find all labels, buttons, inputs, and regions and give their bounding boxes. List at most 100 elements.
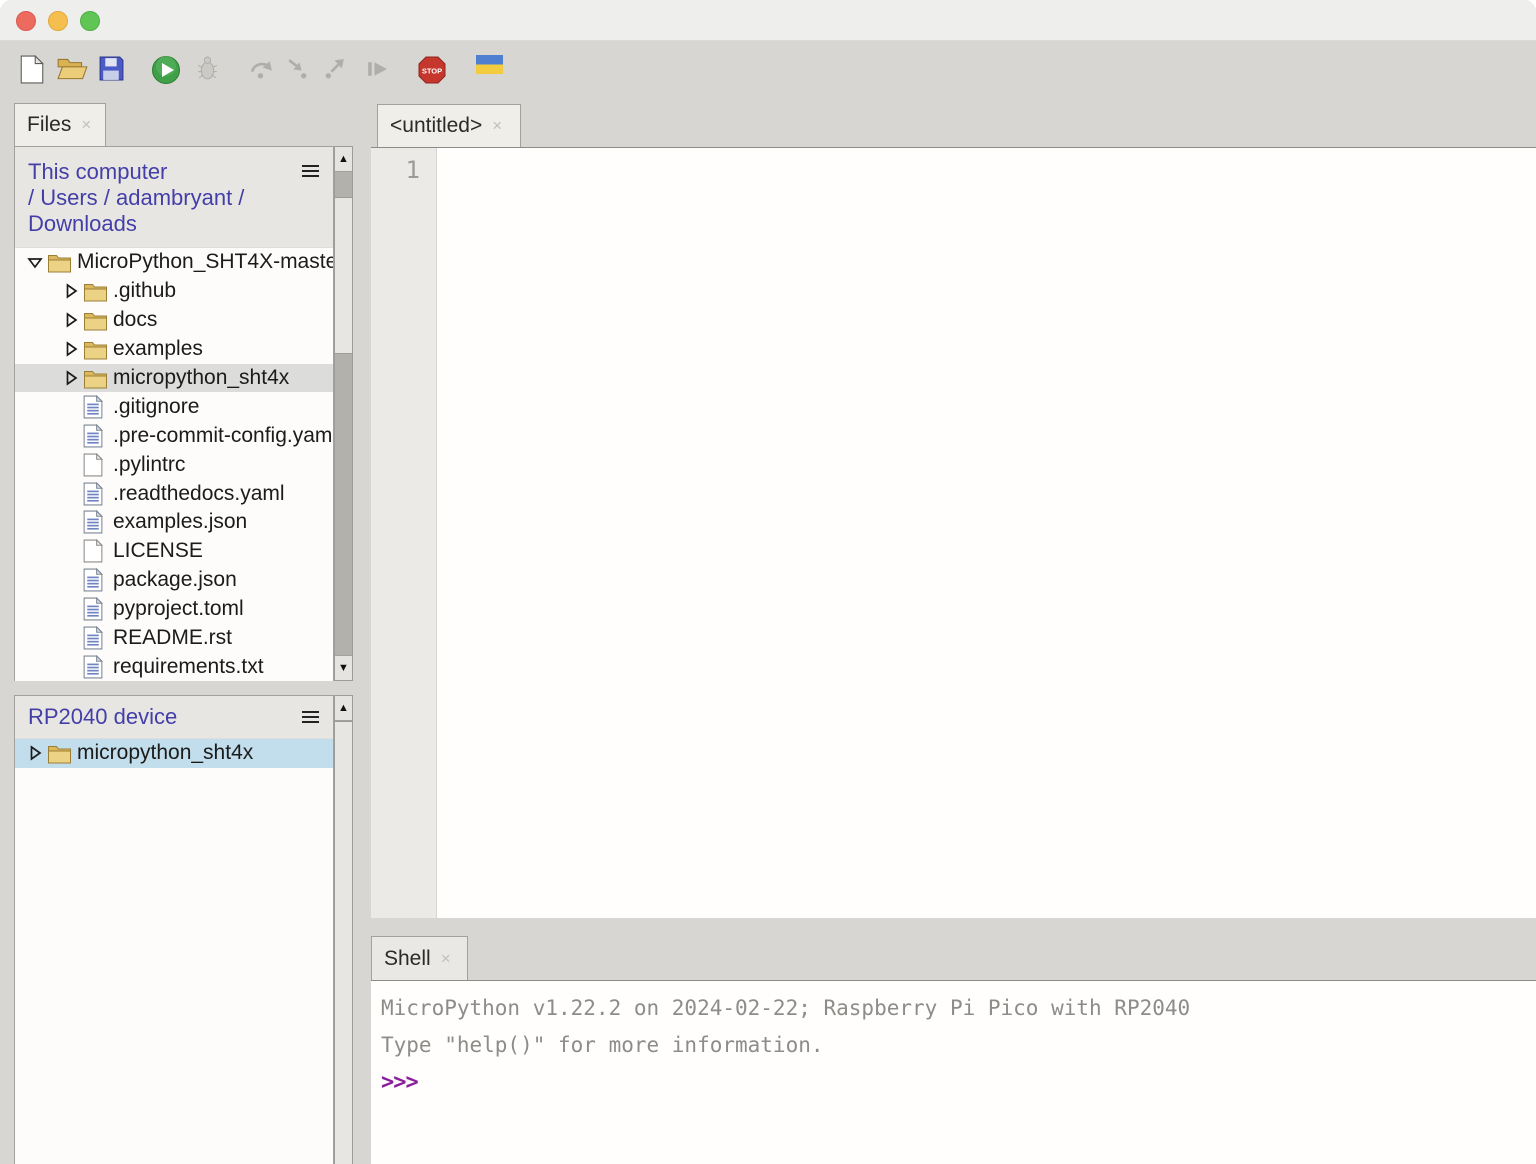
expand-arrow-icon[interactable] [59, 312, 83, 328]
tree-item[interactable]: requirements.txt [15, 652, 333, 681]
tree-item[interactable]: docs [15, 306, 333, 335]
expand-arrow-icon[interactable] [23, 745, 47, 761]
files-panel: This computer / Users / adambryant / Dow… [14, 146, 334, 681]
shell-prompt: >>> [381, 1064, 1536, 1101]
files-tree: MicroPython_SHT4X-master.githubdocsexamp… [15, 248, 333, 681]
shell-output-line: Type "help()" for more information. [381, 1027, 1536, 1064]
tree-item[interactable]: .pylintrc [15, 450, 333, 479]
folder-icon [83, 368, 113, 389]
file-icon [83, 539, 113, 563]
tab-editor-label: <untitled> [390, 114, 482, 138]
tree-item[interactable]: micropython_sht4x [15, 364, 333, 393]
expand-arrow-icon[interactable] [59, 370, 83, 386]
editor-area[interactable]: 1 [371, 147, 1536, 918]
save-file-icon[interactable] [98, 55, 125, 82]
debug-script-icon [194, 55, 221, 82]
tree-item[interactable]: .gitignore [15, 392, 333, 421]
file-icon [83, 597, 113, 621]
step-into-icon [284, 55, 311, 82]
line-number: 1 [406, 156, 420, 184]
breadcrumb: This computer / Users / adambryant / Dow… [15, 147, 298, 237]
close-window-button[interactable] [16, 11, 36, 31]
file-icon [83, 395, 113, 419]
tree-item[interactable]: .github [15, 277, 333, 306]
scroll-up-icon[interactable]: ▲ [335, 696, 352, 721]
new-file-icon[interactable] [20, 55, 44, 84]
file-icon [83, 482, 113, 506]
close-tab-icon[interactable]: × [81, 115, 91, 135]
folder-icon [47, 252, 77, 273]
scrollbar-thumb[interactable] [335, 197, 352, 354]
collapse-arrow-icon[interactable] [23, 256, 47, 269]
folder-icon [83, 281, 113, 302]
scrollbar-thumb[interactable] [335, 721, 352, 1164]
files-menu-icon[interactable] [302, 165, 319, 177]
tree-item[interactable]: README.rst [15, 624, 333, 653]
breadcrumb-root[interactable]: This computer [28, 159, 298, 185]
tree-item-label: examples.json [113, 510, 247, 534]
shell-output[interactable]: MicroPython v1.22.2 on 2024-02-22; Raspb… [371, 980, 1536, 1164]
scroll-down-icon[interactable]: ▼ [335, 655, 352, 680]
tree-item[interactable]: examples [15, 335, 333, 364]
thonny-window: STOP Files × This computer / Users / ada… [0, 0, 1536, 1164]
tree-item[interactable]: package.json [15, 566, 333, 595]
tree-item[interactable]: MicroPython_SHT4X-master [15, 248, 333, 277]
device-tree: micropython_sht4x [15, 739, 333, 768]
folder-icon [83, 310, 113, 331]
tree-item-label: requirements.txt [113, 655, 264, 679]
titlebar[interactable] [0, 0, 1536, 41]
expand-arrow-icon[interactable] [59, 341, 83, 357]
close-tab-icon[interactable]: × [492, 116, 502, 136]
tree-item-label: LICENSE [113, 539, 203, 563]
file-icon [83, 510, 113, 534]
scroll-up-icon[interactable]: ▲ [335, 147, 352, 172]
tab-editor-untitled[interactable]: <untitled> × [377, 104, 521, 147]
tree-item[interactable]: examples.json [15, 508, 333, 537]
expand-arrow-icon[interactable] [59, 283, 83, 299]
stop-restart-icon[interactable]: STOP [417, 55, 447, 85]
zoom-window-button[interactable] [80, 11, 100, 31]
folder-icon [83, 339, 113, 360]
device-scrollbar[interactable]: ▲ [334, 695, 353, 1164]
breadcrumb-path[interactable]: / Users / adambryant / [28, 185, 298, 211]
tab-shell[interactable]: Shell × [371, 936, 468, 980]
tree-item-label: pyproject.toml [113, 597, 244, 621]
device-panel: RP2040 device micropython_sht4x [14, 695, 334, 1164]
tree-item[interactable]: .readthedocs.yaml [15, 479, 333, 508]
toolbar: STOP [0, 41, 1536, 103]
step-out-icon [320, 55, 347, 82]
ukraine-flag-icon[interactable] [476, 55, 503, 74]
tree-item[interactable]: .pre-commit-config.yaml [15, 421, 333, 450]
tree-item-label: MicroPython_SHT4X-master [77, 250, 333, 274]
open-file-icon[interactable] [56, 55, 89, 82]
editor-text-area[interactable] [437, 148, 1536, 918]
tree-item[interactable]: pyproject.toml [15, 595, 333, 624]
tree-item-label: README.rst [113, 626, 232, 650]
tab-files[interactable]: Files × [14, 103, 106, 146]
file-icon [83, 626, 113, 650]
minimize-window-button[interactable] [48, 11, 68, 31]
tree-item-label: .pre-commit-config.yaml [113, 424, 333, 448]
file-icon [83, 453, 113, 477]
run-script-icon[interactable] [151, 55, 181, 85]
step-over-icon [248, 55, 275, 82]
tree-item-label: examples [113, 337, 203, 361]
files-panel-header: This computer / Users / adambryant / Dow… [15, 147, 333, 248]
shell-output-line: MicroPython v1.22.2 on 2024-02-22; Raspb… [381, 990, 1536, 1027]
tree-item[interactable]: LICENSE [15, 537, 333, 566]
tree-item-label: .readthedocs.yaml [113, 482, 285, 506]
resume-icon [363, 55, 390, 82]
close-tab-icon[interactable]: × [441, 949, 451, 969]
tree-item-label: .github [113, 279, 176, 303]
tab-files-label: Files [27, 113, 71, 137]
device-panel-title: RP2040 device [15, 696, 333, 730]
device-menu-icon[interactable] [302, 711, 319, 723]
tree-item-label: micropython_sht4x [113, 366, 289, 390]
tree-item-label: package.json [113, 568, 237, 592]
tree-item[interactable]: micropython_sht4x [15, 739, 333, 768]
breadcrumb-current[interactable]: Downloads [28, 211, 298, 237]
files-scrollbar[interactable]: ▲ ▼ [334, 146, 353, 681]
tab-shell-label: Shell [384, 947, 431, 971]
tree-item-label: .gitignore [113, 395, 199, 419]
svg-text:STOP: STOP [422, 67, 442, 76]
